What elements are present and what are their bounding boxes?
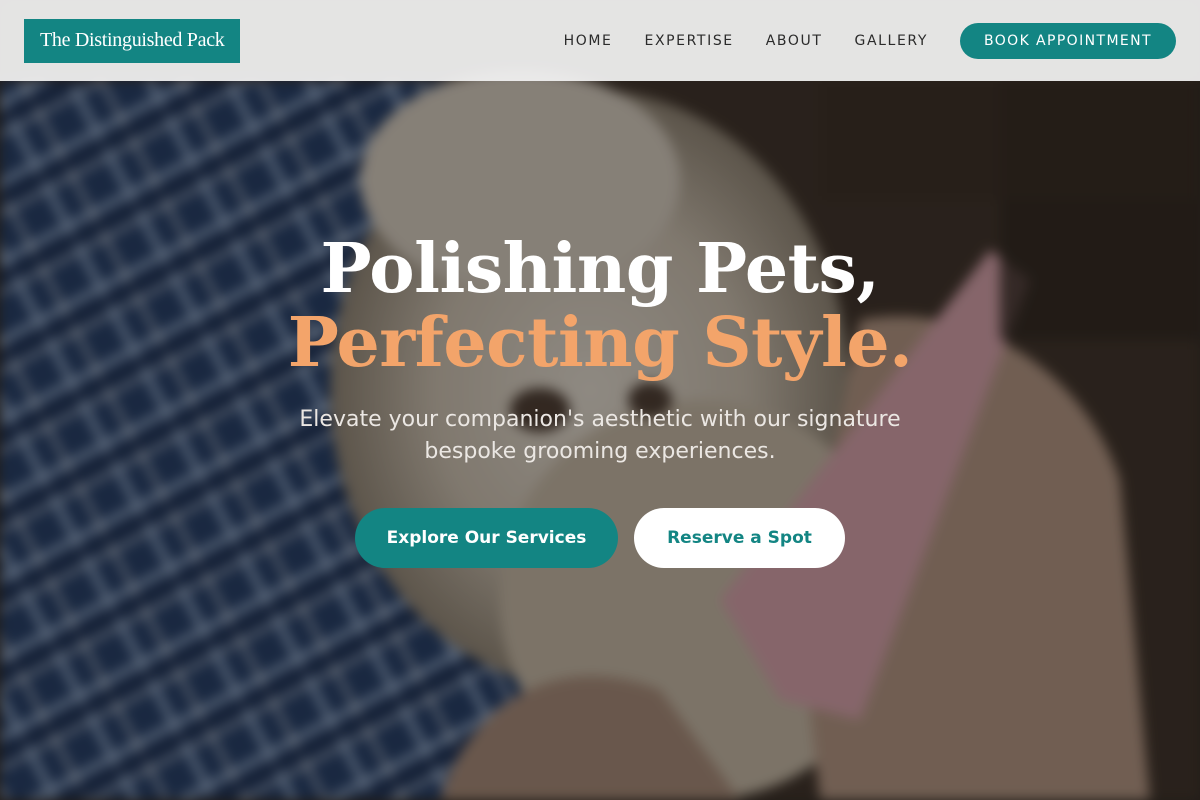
brand-logo[interactable]: The Distinguished Pack bbox=[24, 18, 241, 63]
hero-content: Polishing Pets, Perfecting Style. Elevat… bbox=[0, 232, 1200, 568]
nav-item-expertise[interactable]: EXPERTISE bbox=[645, 33, 734, 49]
reserve-spot-button[interactable]: Reserve a Spot bbox=[634, 508, 845, 568]
hero-cta-row: Explore Our Services Reserve a Spot bbox=[0, 508, 1200, 568]
hero-headline: Polishing Pets, Perfecting Style. bbox=[0, 232, 1200, 380]
explore-services-button[interactable]: Explore Our Services bbox=[355, 508, 618, 568]
nav-item-gallery[interactable]: GALLERY bbox=[855, 33, 928, 49]
nav-item-home[interactable]: HOME bbox=[564, 33, 613, 49]
nav-item-about[interactable]: ABOUT bbox=[766, 33, 823, 49]
hero-headline-line2: Perfecting Style. bbox=[287, 303, 913, 383]
main-nav: HOME EXPERTISE ABOUT GALLERY BOOK APPOIN… bbox=[564, 22, 1176, 59]
hero-headline-line1: Polishing Pets, bbox=[320, 229, 880, 309]
book-appointment-button[interactable]: BOOK APPOINTMENT bbox=[959, 22, 1176, 59]
site-header: The Distinguished Pack HOME EXPERTISE AB… bbox=[0, 0, 1200, 81]
hero-subtitle: Elevate your companion's aesthetic with … bbox=[299, 407, 901, 464]
